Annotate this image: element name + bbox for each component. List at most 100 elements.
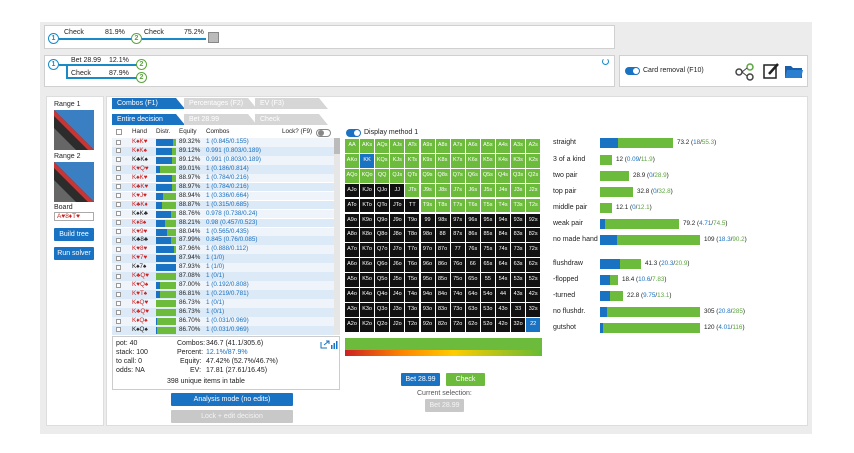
matrix-cell[interactable]: K7s: [450, 153, 465, 168]
matrix-cell[interactable]: T6o: [405, 258, 420, 272]
table-row[interactable]: K♠Q♠ 86.70% 1 (0.031/0.969): [112, 325, 340, 335]
matrix-cell[interactable]: KK: [360, 153, 375, 168]
matrix-cell[interactable]: K8o: [360, 228, 375, 243]
matrix-cell[interactable]: Q4s: [496, 168, 510, 183]
matrix-cell[interactable]: 22: [526, 317, 541, 332]
matrix-cell[interactable]: 63s: [511, 258, 526, 272]
tree-node-2[interactable]: 2: [136, 72, 147, 83]
matrix-cell[interactable]: 75o: [450, 273, 465, 287]
row-checkbox[interactable]: [116, 309, 121, 315]
matrix-cell[interactable]: K9o: [360, 213, 375, 228]
matrix-cell[interactable]: T2o: [405, 317, 420, 332]
table-row[interactable]: K♣K♠ 89.12% 0.991 (0.803/0.189): [112, 155, 340, 165]
matrix-cell[interactable]: T9o: [405, 213, 420, 228]
row-checkbox[interactable]: [116, 273, 121, 279]
col-hand[interactable]: Hand: [132, 128, 147, 137]
matrix-cell[interactable]: 74s: [496, 243, 510, 258]
matrix-cell[interactable]: K5s: [480, 153, 495, 168]
matrix-cell[interactable]: 87o: [435, 243, 450, 258]
row-checkbox[interactable]: [116, 148, 121, 154]
table-row[interactable]: K♠Q♥ 86.73% 1 (0/1): [112, 299, 340, 308]
matrix-cell[interactable]: 43o: [496, 302, 510, 317]
matrix-cell[interactable]: J3o: [390, 302, 405, 317]
matrix-cell[interactable]: AJo: [345, 183, 359, 198]
matrix-cell[interactable]: A4o: [345, 288, 359, 302]
table-row[interactable]: K♥J♥ 88.94% 1 (0.336/0.664): [112, 191, 340, 201]
matrix-cell[interactable]: J6o: [390, 258, 405, 272]
matrix-cell[interactable]: 54s: [496, 273, 510, 287]
matrix-cell[interactable]: 74o: [450, 288, 465, 302]
matrix-cell[interactable]: 85o: [435, 273, 450, 287]
matrix-cell[interactable]: 82s: [526, 228, 541, 243]
matrix-cell[interactable]: Q3s: [511, 168, 526, 183]
matrix-cell[interactable]: T4o: [405, 288, 420, 302]
matrix-cell[interactable]: KQs: [375, 153, 390, 168]
matrix-cell[interactable]: 93o: [420, 302, 435, 317]
matrix-cell[interactable]: 43s: [511, 288, 526, 302]
matrix-cell[interactable]: A6s: [465, 139, 480, 153]
matrix-cell[interactable]: K7o: [360, 243, 375, 258]
table-row[interactable]: K♣K♥ 88.97% 1 (0.784/0.216): [112, 182, 340, 192]
matrix-cell[interactable]: K5o: [360, 273, 375, 287]
matrix-cell[interactable]: T7o: [405, 243, 420, 258]
matrix-cell[interactable]: 53s: [511, 273, 526, 287]
matrix-cell[interactable]: 95o: [420, 273, 435, 287]
matrix-cell[interactable]: 63o: [465, 302, 480, 317]
matrix-cell[interactable]: J5s: [480, 183, 495, 198]
matrix-cell[interactable]: J3s: [511, 183, 526, 198]
matrix-cell[interactable]: T3s: [511, 198, 526, 213]
range1-thumbnail[interactable]: [54, 110, 94, 150]
row-checkbox[interactable]: [116, 237, 121, 243]
lock-toggle[interactable]: [316, 129, 331, 137]
matrix-cell[interactable]: A2o: [345, 317, 359, 332]
matrix-cell[interactable]: J4o: [390, 288, 405, 302]
table-row[interactable]: K♥9♥ 88.04% 1 (0.565/0.435): [112, 227, 340, 237]
matrix-cell[interactable]: 54o: [480, 288, 495, 302]
matrix-cell[interactable]: 64s: [496, 258, 510, 272]
matrix-cell[interactable]: 96s: [465, 213, 480, 228]
matrix-cell[interactable]: JTs: [405, 183, 420, 198]
table-row[interactable]: K♥8♥ 87.96% 1 (0.888/0.112): [112, 245, 340, 255]
tree-action[interactable]: Check: [144, 29, 164, 36]
tab-check[interactable]: Check: [255, 114, 328, 125]
matrix-cell[interactable]: Q9s: [420, 168, 435, 183]
table-row[interactable]: K♣Q♥ 86.73% 1 (0/1): [112, 308, 340, 317]
matrix-cell[interactable]: 66: [465, 258, 480, 272]
matrix-cell[interactable]: Q3o: [375, 302, 390, 317]
matrix-cell[interactable]: 82o: [435, 317, 450, 332]
row-checkbox[interactable]: [116, 255, 121, 261]
row-checkbox[interactable]: [116, 220, 121, 226]
matrix-cell[interactable]: 86s: [465, 228, 480, 243]
matrix-cell[interactable]: KTs: [405, 153, 420, 168]
row-checkbox[interactable]: [116, 166, 121, 172]
matrix-cell[interactable]: AQs: [375, 139, 390, 153]
row-checkbox[interactable]: [116, 157, 121, 163]
matrix-cell[interactable]: K3o: [360, 302, 375, 317]
matrix-cell[interactable]: A4s: [496, 139, 510, 153]
build-tree-button[interactable]: Build tree: [54, 228, 94, 241]
matrix-cell[interactable]: AJs: [390, 139, 405, 153]
matrix-cell[interactable]: ATo: [345, 198, 359, 213]
matrix-cell[interactable]: 65s: [480, 258, 495, 272]
row-checkbox[interactable]: [116, 211, 121, 217]
matrix-cell[interactable]: 93s: [511, 213, 526, 228]
matrix-cell[interactable]: T4s: [496, 198, 510, 213]
table-row[interactable]: K♠K♥ 88.97% 1 (0.784/0.216): [112, 173, 340, 183]
matrix-cell[interactable]: A7s: [450, 139, 465, 153]
matrix-cell[interactable]: T5s: [480, 198, 495, 213]
tree-node-1[interactable]: 1: [48, 59, 59, 70]
matrix-cell[interactable]: 77: [450, 243, 465, 258]
tab-bet[interactable]: Bet 28.99: [184, 114, 257, 125]
matrix-cell[interactable]: K2o: [360, 317, 375, 332]
table-row[interactable]: K♥Q♠ 87.00% 1 (0.192/0.808): [112, 281, 340, 290]
tree-node-1[interactable]: 1: [48, 33, 59, 44]
matrix-cell[interactable]: 83s: [511, 228, 526, 243]
matrix-cell[interactable]: A9o: [345, 213, 359, 228]
matrix-cell[interactable]: K4o: [360, 288, 375, 302]
matrix-cell[interactable]: 55: [480, 273, 495, 287]
matrix-cell[interactable]: Q6s: [465, 168, 480, 183]
matrix-cell[interactable]: K6s: [465, 153, 480, 168]
matrix-cell[interactable]: Q4o: [375, 288, 390, 302]
matrix-cell[interactable]: Q2o: [375, 317, 390, 332]
matrix-cell[interactable]: T6s: [465, 198, 480, 213]
